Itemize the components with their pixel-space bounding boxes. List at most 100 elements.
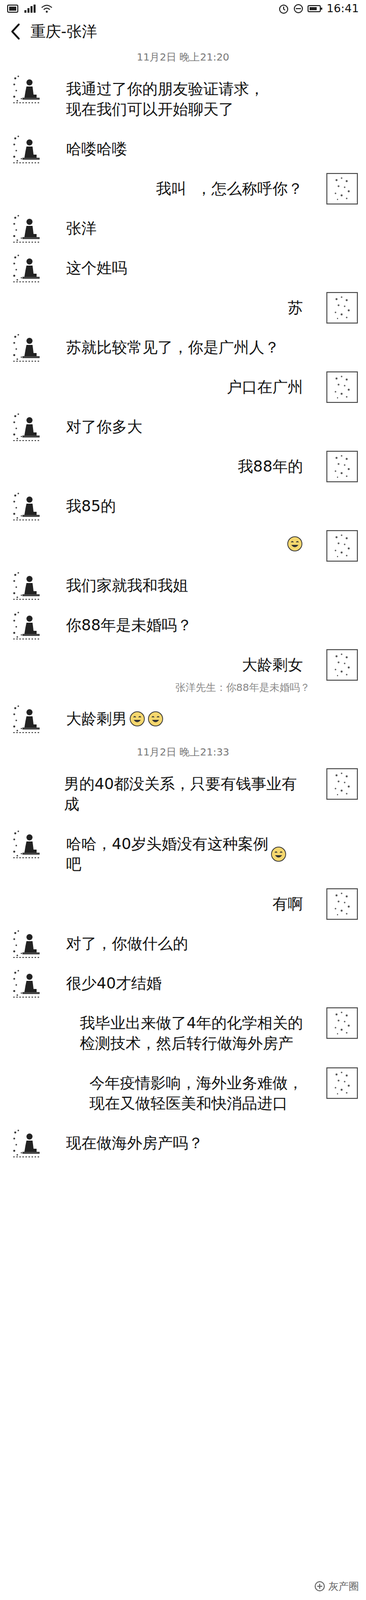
chat-title: 重庆-张洋 bbox=[30, 21, 98, 42]
contact-avatar[interactable] bbox=[11, 212, 43, 244]
message-text: 很少40才结婚 bbox=[66, 972, 162, 993]
message-body: 男的40都没关系，只要有钱事业有成 bbox=[52, 767, 315, 820]
message-body: 我毕业出来做了4年的化学相关的 检测技术，然后转行做海外房产 bbox=[68, 1006, 315, 1059]
outgoing-message: 我叫 ，怎么称呼你？ bbox=[0, 172, 366, 205]
message-text: 我们家就我和我姐 bbox=[66, 574, 189, 596]
my-avatar[interactable] bbox=[326, 887, 358, 920]
message-bubble[interactable]: 苏就比较常见了，你是广州人？ bbox=[54, 331, 291, 363]
message-bubble[interactable]: 这个姓吗 bbox=[54, 252, 139, 284]
outgoing-message: 有啊 bbox=[0, 887, 366, 920]
contact-avatar[interactable] bbox=[11, 490, 43, 522]
outgoing-message: 今年疫情影响，海外业务难做， 现在又做轻医美和快消品进口 bbox=[0, 1066, 366, 1119]
message-bubble[interactable]: 对了，你做什么的 bbox=[54, 927, 200, 959]
message-bubble[interactable]: 苏 bbox=[276, 291, 315, 324]
sim-icon bbox=[7, 4, 20, 14]
contact-avatar-icon bbox=[11, 1126, 43, 1158]
message-bubble[interactable]: 张洋 bbox=[54, 212, 108, 244]
message-bubble[interactable]: 今年疫情影响，海外业务难做， 现在又做轻医美和快消品进口 bbox=[78, 1066, 315, 1119]
my-avatar[interactable] bbox=[326, 1006, 358, 1039]
incoming-message: 大龄剩男 bbox=[0, 702, 366, 735]
contact-avatar-icon bbox=[11, 133, 43, 165]
contact-avatar[interactable] bbox=[11, 410, 43, 443]
status-bar: 16:41 bbox=[0, 0, 366, 18]
my-avatar[interactable] bbox=[326, 172, 358, 205]
message-text: 苏 bbox=[287, 297, 303, 318]
contact-avatar[interactable] bbox=[11, 569, 43, 601]
message-bubble[interactable]: 大龄剩男 bbox=[54, 702, 175, 735]
back-arrow-icon[interactable] bbox=[10, 22, 22, 41]
message-bubble[interactable]: 我88年的 bbox=[226, 450, 315, 482]
message-bubble[interactable]: 我85的 bbox=[54, 490, 128, 522]
message-text: 我88年的 bbox=[237, 455, 303, 477]
watermark-logo-icon bbox=[314, 1579, 326, 1591]
my-avatar-icon bbox=[326, 648, 358, 681]
message-bubble[interactable]: 对了你多大 bbox=[54, 410, 154, 443]
incoming-message: 苏就比较常见了，你是广州人？ bbox=[0, 331, 366, 363]
outgoing-message: 户口在广州 bbox=[0, 371, 366, 403]
outgoing-message: 我毕业出来做了4年的化学相关的 检测技术，然后转行做海外房产 bbox=[0, 1006, 366, 1059]
my-avatar[interactable] bbox=[326, 767, 358, 800]
message-text: 大龄剩女 bbox=[241, 654, 303, 675]
my-avatar-icon bbox=[326, 1006, 358, 1039]
message-text: 户口在广州 bbox=[226, 376, 303, 398]
outgoing-message: 男的40都没关系，只要有钱事业有成 bbox=[0, 767, 366, 820]
quoted-message: 张洋先生：你88年是未婚吗？ bbox=[171, 680, 315, 695]
message-text: 我毕业出来做了4年的化学相关的 检测技术，然后转行做海外房产 bbox=[79, 1012, 303, 1053]
laughing-emoji-icon bbox=[286, 535, 303, 552]
message-bubble[interactable]: 很少40才结婚 bbox=[54, 966, 173, 999]
message-body: 大龄剩男 bbox=[54, 702, 175, 735]
status-right: 16:41 bbox=[278, 2, 359, 16]
contact-avatar[interactable] bbox=[11, 966, 43, 999]
message-bubble[interactable]: 男的40都没关系，只要有钱事业有成 bbox=[52, 767, 315, 820]
message-bubble[interactable]: 户口在广州 bbox=[215, 371, 315, 403]
contact-avatar-icon bbox=[11, 927, 43, 959]
message-bubble[interactable]: 我们家就我和我姐 bbox=[54, 569, 200, 601]
watermark-text: 灰产圈 bbox=[328, 1578, 359, 1592]
contact-avatar[interactable] bbox=[11, 608, 43, 641]
contact-avatar[interactable] bbox=[11, 73, 43, 105]
status-left bbox=[7, 4, 53, 14]
my-avatar[interactable] bbox=[326, 371, 358, 403]
message-bubble[interactable]: 哈哈，40岁头婚没有这种案例 吧 bbox=[54, 827, 298, 880]
laughing-emoji-icon bbox=[129, 710, 146, 727]
message-bubble[interactable]: 哈喽哈喽 bbox=[54, 133, 139, 165]
message-body: 对了，你做什么的 bbox=[54, 927, 200, 959]
laughing-emoji-icon bbox=[270, 845, 287, 862]
contact-avatar[interactable] bbox=[11, 927, 43, 959]
message-body: 哈喽哈喽 bbox=[54, 133, 139, 165]
my-avatar[interactable] bbox=[326, 1066, 358, 1098]
message-bubble[interactable]: 现在做海外房产吗？ bbox=[54, 1126, 215, 1158]
contact-avatar[interactable] bbox=[11, 133, 43, 165]
message-bubble[interactable]: 有啊 bbox=[261, 887, 315, 920]
contact-avatar[interactable] bbox=[11, 702, 43, 735]
incoming-message: 哈喽哈喽 bbox=[0, 133, 366, 165]
contact-avatar-icon bbox=[11, 569, 43, 601]
message-bubble[interactable]: 我通过了你的朋友验证请求， 现在我们可以开始聊天了 bbox=[54, 73, 276, 126]
my-avatar[interactable] bbox=[326, 529, 358, 562]
contact-avatar[interactable] bbox=[11, 252, 43, 284]
message-bubble[interactable]: 你88年是未婚吗？ bbox=[54, 608, 204, 641]
message-bubble[interactable]: 我毕业出来做了4年的化学相关的 检测技术，然后转行做海外房产 bbox=[68, 1006, 315, 1059]
contact-avatar[interactable] bbox=[11, 331, 43, 363]
contact-avatar-icon bbox=[11, 410, 43, 443]
message-bubble[interactable] bbox=[273, 529, 315, 558]
contact-avatar-icon bbox=[11, 702, 43, 735]
incoming-message: 张洋 bbox=[0, 212, 366, 244]
message-bubble[interactable]: 大龄剩女 bbox=[230, 648, 315, 681]
message-body: 大龄剩女张洋先生：你88年是未婚吗？ bbox=[171, 648, 315, 695]
contact-avatar[interactable] bbox=[11, 827, 43, 860]
message-body: 我通过了你的朋友验证请求， 现在我们可以开始聊天了 bbox=[54, 73, 276, 126]
message-body: 今年疫情影响，海外业务难做， 现在又做轻医美和快消品进口 bbox=[78, 1066, 315, 1119]
my-avatar[interactable] bbox=[326, 648, 358, 681]
message-text: 今年疫情影响，海外业务难做， 现在又做轻医美和快消品进口 bbox=[89, 1072, 303, 1113]
incoming-message: 对了，你做什么的 bbox=[0, 927, 366, 959]
message-bubble[interactable]: 我叫 ，怎么称呼你？ bbox=[144, 172, 315, 205]
message-body: 我叫 ，怎么称呼你？ bbox=[144, 172, 315, 205]
incoming-message: 现在做海外房产吗？ bbox=[0, 1126, 366, 1158]
my-avatar-icon bbox=[326, 767, 358, 800]
message-text: 苏就比较常见了，你是广州人？ bbox=[66, 337, 280, 358]
contact-avatar[interactable] bbox=[11, 1126, 43, 1158]
dnd-icon bbox=[293, 3, 304, 14]
my-avatar[interactable] bbox=[326, 450, 358, 482]
my-avatar[interactable] bbox=[326, 291, 358, 324]
